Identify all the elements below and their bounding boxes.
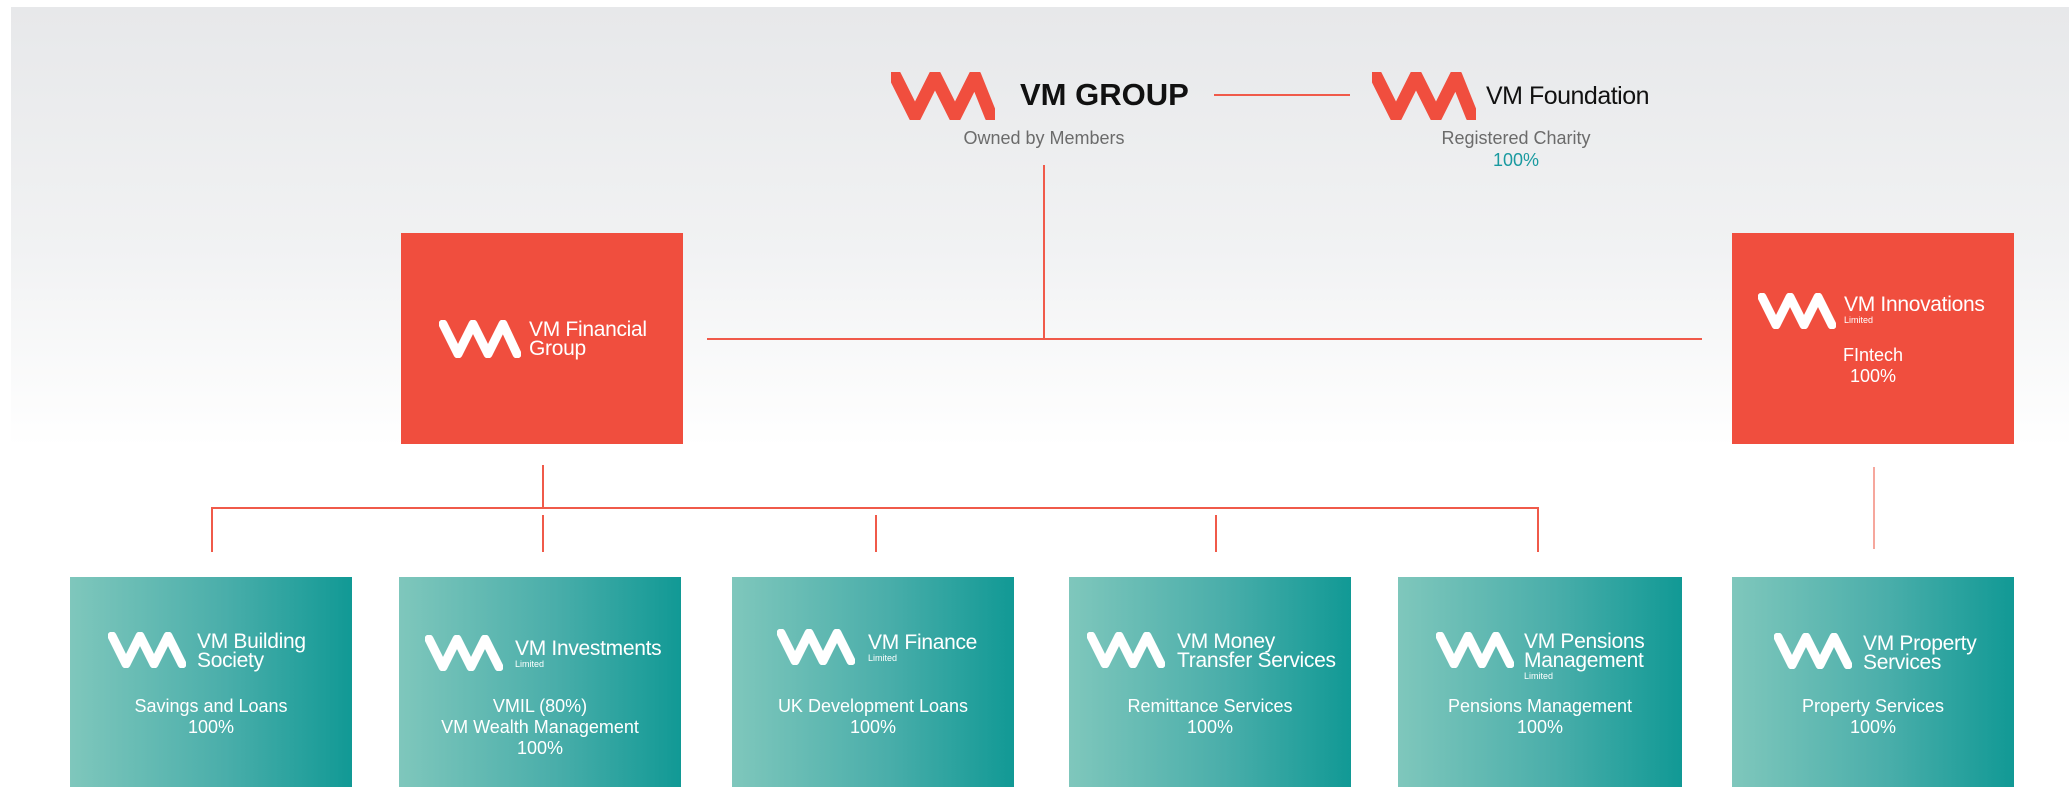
property-logo-icon bbox=[1774, 633, 1852, 669]
finance-logo-icon bbox=[777, 629, 855, 665]
property-name-line2: Services bbox=[1863, 651, 1942, 674]
pensions-desc: Pensions Management bbox=[1447, 696, 1633, 716]
vm-financial-group-name: VM Financial Group bbox=[529, 319, 647, 360]
vm-group-title: VM GROUP bbox=[1020, 77, 1189, 112]
connector-drop-4 bbox=[1215, 515, 1217, 552]
investments-name: VM Investments Limited bbox=[515, 637, 662, 669]
property-name: VM Property Services bbox=[1863, 633, 1977, 674]
finance-name: VM Finance Limited bbox=[868, 631, 978, 663]
pensions-logo-icon bbox=[1436, 632, 1514, 668]
money-transfer-name-line2: Transfer Services bbox=[1177, 649, 1336, 672]
vm-financial-group-box: VM Financial Group bbox=[401, 233, 683, 444]
vm-innovations-percent: 100% bbox=[1849, 366, 1897, 386]
subsidiary-box-property: VM Property Services Property Services 1… bbox=[1732, 577, 2014, 787]
vm-foundation-logo-icon bbox=[1372, 72, 1476, 120]
investments-name-line1: VM Investments bbox=[515, 637, 662, 660]
building-society-name-line2: Society bbox=[197, 649, 264, 672]
investments-desc-line1: VMIL (80%) bbox=[492, 696, 588, 716]
money-transfer-name: VM Money Transfer Services bbox=[1177, 631, 1336, 672]
finance-percent: 100% bbox=[849, 717, 897, 737]
vm-innovations-suffix: Limited bbox=[1844, 315, 1874, 325]
connector-subsidiaries-horizontal bbox=[211, 507, 1539, 509]
pensions-name-line2: Management bbox=[1524, 649, 1644, 672]
finance-suffix: Limited bbox=[868, 653, 898, 663]
vm-financial-group-name-line2: Group bbox=[529, 337, 586, 360]
subsidiary-box-investments: VM Investments Limited VMIL (80%) VM Wea… bbox=[399, 577, 681, 787]
building-society-logo-icon bbox=[108, 632, 186, 668]
vm-innovations-desc: FIntech bbox=[1842, 345, 1904, 365]
connector-group-foundation bbox=[1214, 94, 1350, 96]
property-desc: Property Services bbox=[1801, 696, 1945, 716]
connector-financial-down bbox=[542, 465, 544, 508]
finance-desc: UK Development Loans bbox=[777, 696, 969, 716]
subsidiary-box-money-transfer: VM Money Transfer Services Remittance Se… bbox=[1069, 577, 1351, 787]
vm-group-subtitle: Owned by Members bbox=[963, 128, 1125, 148]
building-society-name: VM Building Society bbox=[197, 631, 306, 672]
connector-level2-horizontal bbox=[707, 338, 1702, 340]
building-society-desc: Savings and Loans bbox=[134, 696, 288, 716]
pensions-percent: 100% bbox=[1516, 717, 1564, 737]
vm-innovations-name-text: VM Innovations bbox=[1844, 293, 1985, 316]
money-transfer-percent: 100% bbox=[1186, 717, 1234, 737]
investments-percent: 100% bbox=[516, 738, 564, 758]
money-transfer-desc: Remittance Services bbox=[1127, 696, 1293, 716]
investments-suffix: Limited bbox=[515, 659, 545, 669]
investments-logo-icon bbox=[425, 635, 503, 671]
money-transfer-logo-icon bbox=[1087, 632, 1165, 668]
pensions-suffix: Limited bbox=[1524, 671, 1554, 681]
vm-innovations-name: VM Innovations Limited bbox=[1844, 293, 1985, 325]
vm-group-logo-icon bbox=[891, 72, 995, 120]
investments-desc-line2: VM Wealth Management bbox=[441, 717, 639, 737]
vm-innovations-logo-icon bbox=[1758, 293, 1836, 329]
subsidiary-box-pensions: VM Pensions Management Limited Pensions … bbox=[1398, 577, 1682, 787]
vm-innovations-box: VM Innovations Limited FIntech 100% bbox=[1732, 233, 2014, 444]
connector-drop-3 bbox=[875, 515, 877, 552]
vm-foundation-title: VM Foundation bbox=[1486, 82, 1650, 110]
subsidiary-box-finance: VM Finance Limited UK Development Loans … bbox=[732, 577, 1014, 787]
connector-group-down bbox=[1043, 165, 1045, 339]
vm-foundation-subtitle: Registered Charity bbox=[1441, 128, 1591, 148]
connector-drop-1 bbox=[211, 507, 213, 552]
subsidiary-box-building-society: VM Building Society Savings and Loans 10… bbox=[70, 577, 352, 787]
building-society-percent: 100% bbox=[187, 717, 235, 737]
connector-drop-5 bbox=[1537, 507, 1539, 552]
vm-financial-group-logo-icon bbox=[439, 320, 521, 358]
pensions-name: VM Pensions Management Limited bbox=[1524, 631, 1645, 681]
vm-foundation-percent: 100% bbox=[1492, 150, 1540, 170]
finance-name-line1: VM Finance bbox=[868, 631, 978, 654]
connector-innovations-down bbox=[1873, 467, 1875, 549]
property-percent: 100% bbox=[1849, 717, 1897, 737]
connector-drop-2 bbox=[542, 515, 544, 552]
